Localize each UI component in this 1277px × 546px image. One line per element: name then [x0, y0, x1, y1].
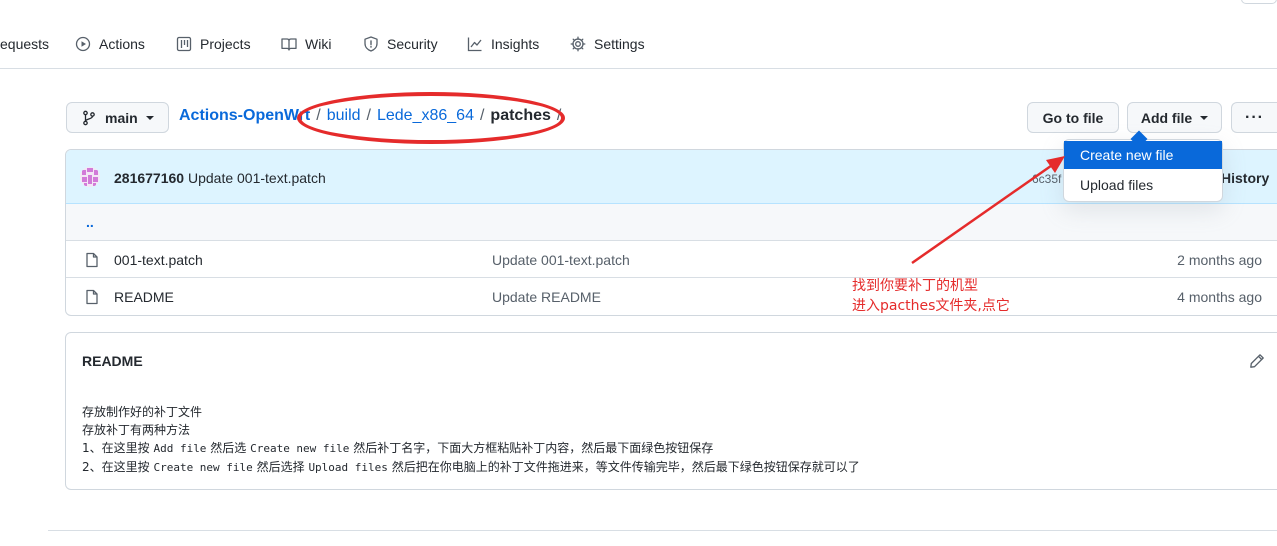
go-to-file-button[interactable]: Go to file [1027, 102, 1119, 133]
readme-content: 存放制作好的补丁文件 存放补丁有两种方法 1、在这里按 Add file 然后选… [82, 403, 860, 477]
file-commit-message[interactable]: Update README [492, 289, 601, 305]
branch-label: main [105, 109, 138, 126]
branch-icon [83, 110, 95, 125]
table-icon [176, 36, 192, 52]
commit-summary: 281677160 Update 001-text.patch [114, 170, 326, 186]
table-row[interactable]: 001-text.patch Update 001-text.patch 2 m… [66, 241, 1277, 278]
readme-text: 2、在这里按 [82, 460, 154, 474]
gear-icon [570, 36, 586, 52]
tab-security[interactable]: Security [363, 34, 438, 54]
commit-sha[interactable]: 6c35f [1032, 172, 1061, 186]
tab-wiki[interactable]: Wiki [281, 34, 331, 54]
readme-title: README [82, 353, 143, 369]
tab-actions-label: Actions [99, 36, 145, 52]
file-icon [86, 252, 98, 268]
readme-panel: README 存放制作好的补丁文件 存放补丁有两种方法 1、在这里按 Add f… [65, 332, 1277, 490]
file-icon [86, 289, 98, 305]
readme-code: Create new file [250, 442, 350, 455]
file-name[interactable]: README [114, 289, 174, 305]
readme-text: 然后选 [206, 441, 251, 455]
readme-text: 然后选择 [252, 460, 309, 474]
readme-line: 1、在这里按 Add file 然后选 Create new file 然后补丁… [82, 439, 860, 458]
tab-settings[interactable]: Settings [570, 34, 645, 54]
tab-insights-label: Insights [491, 36, 540, 52]
annotation-line-1: 找到你要补丁的机型 [852, 278, 978, 294]
kebab-icon: ··· [1245, 108, 1264, 126]
add-file-button[interactable]: Add file [1127, 102, 1222, 133]
readme-code: Create new file [153, 461, 253, 474]
more-options-button[interactable]: ··· [1231, 102, 1277, 133]
readme-text: 1、在这里按 [82, 441, 154, 455]
annotation-ellipse [297, 92, 565, 144]
parent-directory-link[interactable]: .. [86, 214, 94, 230]
tab-settings-label: Settings [594, 36, 645, 52]
readme-line: 2、在这里按 Create new file 然后选择 Upload files… [82, 458, 860, 477]
graph-icon [467, 37, 482, 52]
breadcrumb-repo-link[interactable]: Actions-OpenWrt [179, 107, 310, 125]
file-age: 4 months ago [1177, 289, 1262, 305]
file-age: 2 months ago [1177, 252, 1262, 268]
annotation-line-2: 进入pacthes文件夹,点它 [852, 298, 1010, 314]
identicon-icon [80, 167, 100, 187]
history-link[interactable]: History [1221, 170, 1269, 186]
create-new-file-menu-item[interactable]: Create new file [1064, 141, 1222, 169]
readme-line: 存放补丁有两种方法 [82, 423, 191, 437]
tab-security-label: Security [387, 36, 438, 52]
branch-select-button[interactable]: main [66, 102, 169, 133]
repo-nav: equests Actions Projects Wiki Security I… [0, 0, 1277, 69]
upload-files-menu-item[interactable]: Upload files [1064, 171, 1222, 199]
readme-line: 存放制作好的补丁文件 [82, 405, 203, 419]
go-to-file-label: Go to file [1042, 109, 1104, 126]
commit-message[interactable]: Update 001-text.patch [188, 170, 326, 186]
tab-insights[interactable]: Insights [467, 34, 539, 54]
play-icon [75, 36, 91, 52]
readme-code: Add file [153, 442, 207, 455]
book-icon [281, 38, 297, 51]
tab-pull-requests-label: equests [0, 36, 50, 52]
chevron-down-icon [145, 115, 154, 120]
shield-icon [364, 36, 378, 52]
table-row[interactable]: README Update README 4 months ago [66, 278, 1277, 315]
pencil-icon[interactable] [1249, 353, 1265, 369]
readme-text: 然后补丁名字，下面大方框粘贴补丁内容，然后最下面绿色按钮保存 [349, 441, 714, 455]
file-name[interactable]: 001-text.patch [114, 252, 203, 268]
readme-text: 然后把在你电脑上的补丁文件拖进来，等文件传输完毕，然后最下绿色按钮保存就可以了 [387, 460, 860, 474]
top-right-box [1241, 0, 1277, 4]
tab-actions[interactable]: Actions [75, 34, 145, 54]
avatar[interactable] [80, 167, 100, 187]
file-commit-message[interactable]: Update 001-text.patch [492, 252, 630, 268]
commit-author[interactable]: 281677160 [114, 170, 184, 186]
tab-wiki-label: Wiki [305, 36, 332, 52]
tab-projects[interactable]: Projects [176, 34, 251, 54]
footer-divider [48, 530, 1277, 531]
add-file-label: Add file [1140, 109, 1193, 126]
annotation-note: 找到你要补丁的机型 进入pacthes文件夹,点它 [852, 276, 1010, 316]
chevron-down-icon [1200, 115, 1209, 120]
parent-directory-row[interactable]: .. [66, 204, 1277, 241]
tab-pull-requests[interactable]: equests [0, 34, 49, 54]
readme-code: Upload files [308, 461, 388, 474]
tab-projects-label: Projects [200, 36, 251, 52]
add-file-dropdown-menu: Create new file Upload files [1063, 130, 1223, 202]
